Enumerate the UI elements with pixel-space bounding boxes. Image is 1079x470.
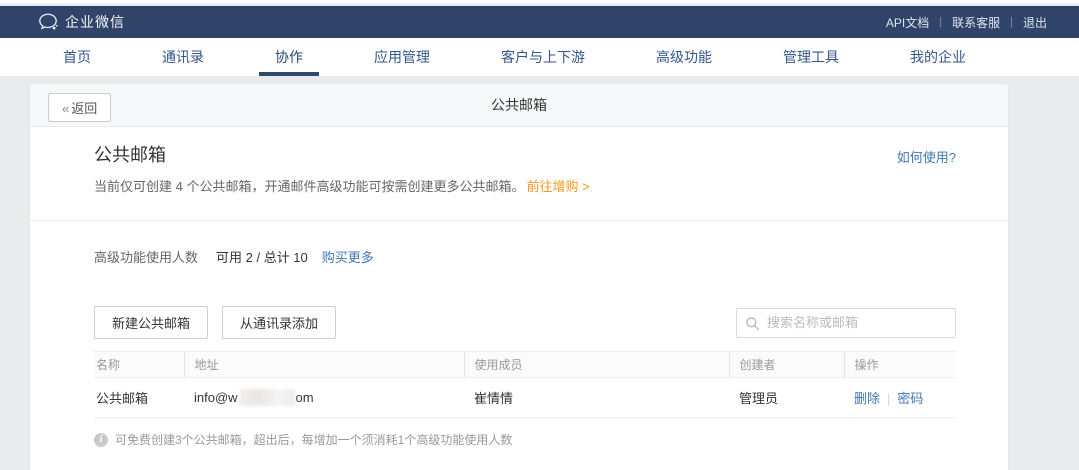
toolbar: 新建公共邮箱 从通讯录添加 (94, 306, 956, 339)
col-header-name: 名称 (94, 352, 184, 378)
nav-item-my-company[interactable]: 我的企业 (892, 38, 984, 76)
back-button[interactable]: «返回 (48, 93, 111, 122)
page-background: «返回 公共邮箱 公共邮箱 如何使用? 当前仅可创建 4 个公共邮箱，开通邮件高… (0, 76, 1079, 470)
back-chevron-icon: « (62, 101, 69, 116)
separator: | (887, 391, 890, 406)
subheader-title: 公共邮箱 (491, 95, 547, 115)
page-title: 公共邮箱 (94, 141, 166, 167)
page-head: 公共邮箱 如何使用? (94, 141, 956, 167)
content-card: «返回 公共邮箱 公共邮箱 如何使用? 当前仅可创建 4 个公共邮箱，开通邮件高… (30, 84, 1008, 470)
quota-value: 可用 2 / 总计 10 (216, 247, 308, 266)
nav-item-advanced-features[interactable]: 高级功能 (638, 38, 730, 76)
table-header-row: 名称 地址 使用成员 创建者 操作 (94, 352, 956, 378)
section-divider (30, 220, 1008, 221)
advanced-quota-row: 高级功能使用人数 可用 2 / 总计 10 购买更多 (94, 247, 956, 266)
cell-members: 崔情情 (464, 378, 729, 418)
nav-item-collaboration[interactable]: 协作 (257, 38, 321, 76)
description-text: 当前仅可创建 4 个公共邮箱，开通邮件高级功能可按需创建更多公共邮箱。 (94, 179, 524, 194)
cell-actions: 删除 | 密码 (844, 378, 956, 418)
delete-link[interactable]: 删除 (854, 391, 880, 406)
buy-more-link[interactable]: 购买更多 (322, 247, 374, 266)
quota-description: 当前仅可创建 4 个公共邮箱，开通邮件高级功能可按需创建更多公共邮箱。前往增购 … (94, 176, 956, 195)
new-mailbox-button[interactable]: 新建公共邮箱 (94, 306, 208, 339)
api-docs-link[interactable]: API文档 (876, 14, 939, 31)
chat-bubble-icon (38, 13, 58, 31)
purchase-more-link[interactable]: 前往增购 > (526, 179, 589, 194)
nav-item-customers[interactable]: 客户与上下游 (483, 38, 603, 76)
table-row: 公共邮箱 info@w om 崔情情 管理员 删除 | 密码 (94, 378, 956, 418)
nav-item-admin-tools[interactable]: 管理工具 (765, 38, 857, 76)
main-content: 公共邮箱 如何使用? 当前仅可创建 4 个公共邮箱，开通邮件高级功能可按需创建更… (30, 127, 1008, 448)
page-subheader: «返回 公共邮箱 (30, 84, 1008, 127)
search-icon (745, 316, 760, 331)
nav-item-home[interactable]: 首页 (45, 38, 109, 76)
address-suffix: om (296, 390, 314, 405)
footer-note-text: 可免费创建3个公共邮箱，超出后，每增加一个须消耗1个高级功能使用人数 (115, 431, 512, 448)
logo-label: 企业微信 (65, 12, 125, 32)
add-from-contacts-button[interactable]: 从通讯录添加 (222, 306, 336, 339)
cell-creator: 管理员 (729, 378, 844, 418)
logout-link[interactable]: 退出 (1013, 14, 1057, 31)
footer-note: i 可免费创建3个公共邮箱，超出后，每增加一个须消耗1个高级功能使用人数 (94, 431, 956, 448)
quota-label: 高级功能使用人数 (94, 247, 198, 266)
nav-item-contacts[interactable]: 通讯录 (144, 38, 222, 76)
contact-support-link[interactable]: 联系客服 (942, 14, 1010, 31)
password-link[interactable]: 密码 (897, 391, 923, 406)
cell-address: info@w om (184, 378, 464, 418)
address-prefix: info@w (194, 390, 238, 405)
how-to-use-link[interactable]: 如何使用? (897, 147, 956, 166)
address-redacted-blur (239, 389, 295, 406)
main-nav: 首页 通讯录 协作 应用管理 客户与上下游 高级功能 管理工具 我的企业 (0, 38, 1079, 76)
mailbox-table: 名称 地址 使用成员 创建者 操作 公共邮箱 info@w om 崔情情 管理员 (94, 351, 956, 418)
cell-name: 公共邮箱 (94, 378, 184, 418)
topbar-links: API文档 | 联系客服 | 退出 (876, 14, 1057, 31)
col-header-members: 使用成员 (464, 352, 729, 378)
nav-item-app-management[interactable]: 应用管理 (356, 38, 448, 76)
search-input[interactable] (737, 309, 955, 337)
col-header-address: 地址 (184, 352, 464, 378)
wework-logo[interactable]: 企业微信 (38, 12, 125, 32)
topbar: 企业微信 API文档 | 联系客服 | 退出 (0, 6, 1079, 38)
info-circle-icon: i (94, 433, 108, 447)
col-header-creator: 创建者 (729, 352, 844, 378)
search-box (736, 308, 956, 338)
back-label: 返回 (71, 101, 97, 116)
col-header-actions: 操作 (844, 352, 956, 378)
